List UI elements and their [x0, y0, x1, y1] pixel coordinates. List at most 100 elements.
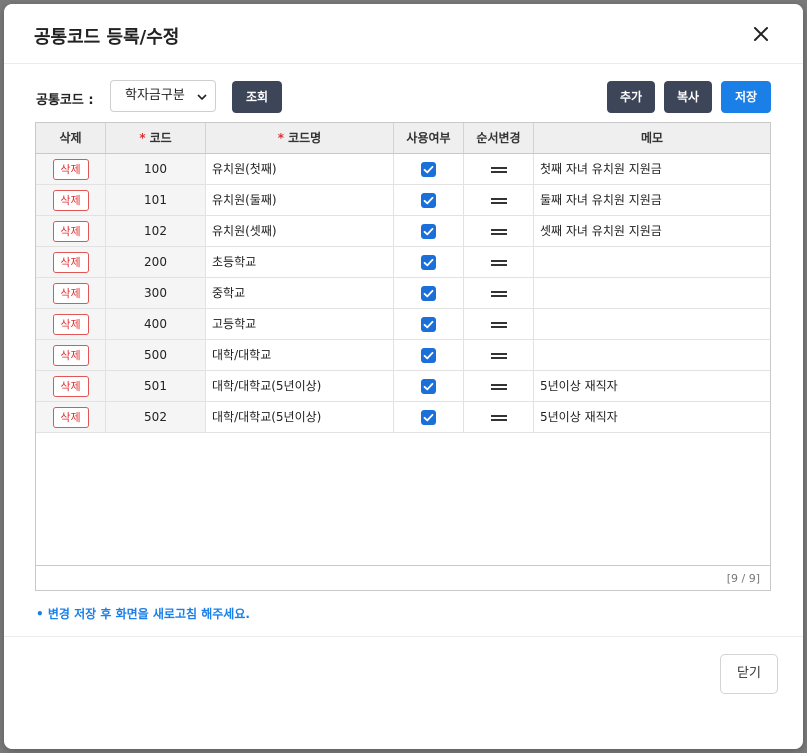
- table-row: 삭제 100 유치원(첫째) 첫째 자녀 유치원 지원금: [36, 154, 770, 185]
- drag-handle[interactable]: [490, 165, 507, 175]
- delete-cell: 삭제: [36, 185, 106, 215]
- copy-button[interactable]: 복사: [664, 81, 712, 113]
- code-cell[interactable]: 101: [106, 185, 206, 215]
- code-grid: 삭제 * 코드 * 코드명 사용여부 순서변경 메모 삭제 100 유치원(첫째) 첫째 …: [35, 122, 771, 591]
- memo-cell[interactable]: 5년이상 재직자: [534, 402, 770, 432]
- table-row: 삭제 400 고등학교: [36, 309, 770, 340]
- drag-handle[interactable]: [490, 413, 507, 423]
- code-name-cell[interactable]: 중학교: [206, 278, 394, 308]
- close-text-button[interactable]: 닫기: [720, 654, 778, 694]
- code-cell[interactable]: 500: [106, 340, 206, 370]
- order-cell: [464, 154, 534, 184]
- chevron-down-icon: [197, 94, 207, 101]
- delete-cell: 삭제: [36, 402, 106, 432]
- use-checkbox[interactable]: [421, 286, 436, 301]
- use-checkbox[interactable]: [421, 317, 436, 332]
- use-checkbox[interactable]: [421, 162, 436, 177]
- common-code-select-value: 학자금구분: [125, 88, 185, 103]
- code-cell[interactable]: 501: [106, 371, 206, 401]
- code-cell[interactable]: 502: [106, 402, 206, 432]
- memo-cell[interactable]: [534, 340, 770, 370]
- footer-divider: [4, 636, 803, 637]
- delete-row-button[interactable]: 삭제: [52, 221, 89, 242]
- drag-handle-icon: [490, 167, 507, 173]
- drag-handle[interactable]: [490, 227, 507, 237]
- delete-row-button[interactable]: 삭제: [52, 314, 89, 335]
- grid-footer: [9 / 9]: [36, 565, 770, 590]
- memo-cell[interactable]: 셋째 자녀 유치원 지원금: [534, 216, 770, 246]
- order-cell: [464, 278, 534, 308]
- memo-cell[interactable]: [534, 309, 770, 339]
- table-row: 삭제 200 초등학교: [36, 247, 770, 278]
- use-checkbox[interactable]: [421, 379, 436, 394]
- code-cell[interactable]: 300: [106, 278, 206, 308]
- order-cell: [464, 216, 534, 246]
- header-code-label: 코드: [149, 131, 172, 145]
- drag-handle-icon: [490, 198, 507, 204]
- notice-text: • 변경 저장 후 화면을 새로고침 해주세요.: [36, 607, 250, 621]
- order-cell: [464, 309, 534, 339]
- delete-cell: 삭제: [36, 278, 106, 308]
- drag-handle[interactable]: [490, 289, 507, 299]
- memo-cell[interactable]: 5년이상 재직자: [534, 371, 770, 401]
- drag-handle[interactable]: [490, 351, 507, 361]
- delete-row-button[interactable]: 삭제: [52, 190, 89, 211]
- modal-title: 공통코드 등록/수정: [34, 27, 180, 48]
- delete-row-button[interactable]: 삭제: [52, 345, 89, 366]
- code-cell[interactable]: 200: [106, 247, 206, 277]
- delete-cell: 삭제: [36, 247, 106, 277]
- code-name-cell[interactable]: 대학/대학교(5년이상): [206, 371, 394, 401]
- drag-handle[interactable]: [490, 382, 507, 392]
- required-mark: *: [139, 131, 146, 145]
- delete-row-button[interactable]: 삭제: [52, 252, 89, 273]
- code-cell[interactable]: 102: [106, 216, 206, 246]
- order-cell: [464, 371, 534, 401]
- code-name-cell[interactable]: 초등학교: [206, 247, 394, 277]
- delete-row-button[interactable]: 삭제: [52, 376, 89, 397]
- order-cell: [464, 340, 534, 370]
- drag-handle[interactable]: [490, 320, 507, 330]
- common-code-select[interactable]: 학자금구분: [110, 80, 216, 112]
- memo-cell[interactable]: 둘째 자녀 유치원 지원금: [534, 185, 770, 215]
- code-name-cell[interactable]: 유치원(둘째): [206, 185, 394, 215]
- drag-handle[interactable]: [490, 196, 507, 206]
- use-checkbox[interactable]: [421, 224, 436, 239]
- header-use: 사용여부: [394, 123, 464, 153]
- use-checkbox[interactable]: [421, 193, 436, 208]
- use-checkbox[interactable]: [421, 348, 436, 363]
- order-cell: [464, 402, 534, 432]
- delete-row-button[interactable]: 삭제: [52, 159, 89, 180]
- code-name-cell[interactable]: 고등학교: [206, 309, 394, 339]
- table-row: 삭제 300 중학교: [36, 278, 770, 309]
- code-name-cell[interactable]: 유치원(셋째): [206, 216, 394, 246]
- code-cell[interactable]: 100: [106, 154, 206, 184]
- use-checkbox[interactable]: [421, 410, 436, 425]
- memo-cell[interactable]: [534, 247, 770, 277]
- code-cell[interactable]: 400: [106, 309, 206, 339]
- memo-cell[interactable]: 첫째 자녀 유치원 지원금: [534, 154, 770, 184]
- code-name-cell[interactable]: 대학/대학교(5년이상): [206, 402, 394, 432]
- add-button[interactable]: 추가: [607, 81, 655, 113]
- code-name-cell[interactable]: 유치원(첫째): [206, 154, 394, 184]
- code-name-cell[interactable]: 대학/대학교: [206, 340, 394, 370]
- header-code-name-label: 코드명: [288, 131, 322, 145]
- checkbox-checked-icon: [423, 258, 434, 267]
- memo-cell[interactable]: [534, 278, 770, 308]
- delete-cell: 삭제: [36, 371, 106, 401]
- checkbox-checked-icon: [423, 227, 434, 236]
- delete-cell: 삭제: [36, 216, 106, 246]
- header-memo: 메모: [640, 131, 664, 145]
- drag-handle[interactable]: [490, 258, 507, 268]
- close-button[interactable]: [749, 22, 773, 46]
- checkbox-checked-icon: [423, 351, 434, 360]
- delete-row-button[interactable]: 삭제: [52, 283, 89, 304]
- use-cell: [394, 216, 464, 246]
- use-checkbox[interactable]: [421, 255, 436, 270]
- drag-handle-icon: [490, 291, 507, 297]
- header-order: 순서변경: [464, 123, 534, 153]
- search-button[interactable]: 조회: [232, 81, 282, 113]
- order-cell: [464, 247, 534, 277]
- delete-row-button[interactable]: 삭제: [52, 407, 89, 428]
- save-button[interactable]: 저장: [721, 81, 771, 113]
- order-cell: [464, 185, 534, 215]
